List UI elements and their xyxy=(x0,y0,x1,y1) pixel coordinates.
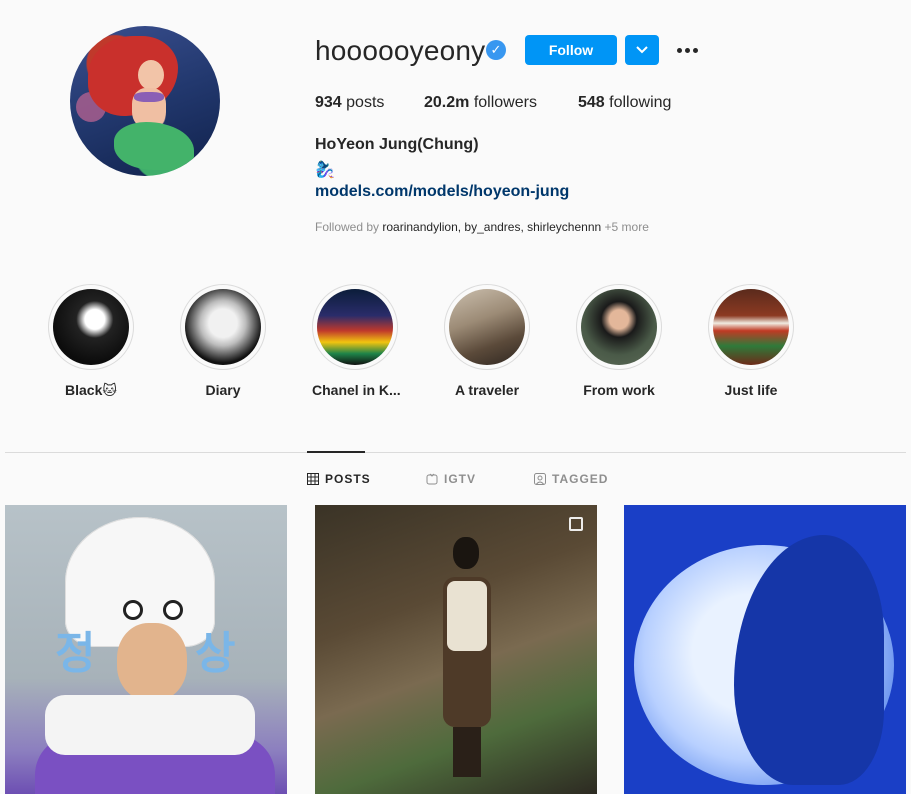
highlight-item[interactable]: Black🐱 xyxy=(48,284,134,399)
profile-avatar[interactable] xyxy=(70,26,220,176)
tab-igtv-label: IGTV xyxy=(444,472,477,486)
active-tab-indicator xyxy=(307,451,365,453)
highlight-cover xyxy=(185,289,261,365)
dot-icon xyxy=(685,48,690,53)
highlight-item[interactable]: A traveler xyxy=(444,284,530,398)
post-thumbnail[interactable] xyxy=(315,505,597,794)
post-text-left: 정 xyxy=(55,629,96,678)
highlight-item[interactable]: From work xyxy=(576,284,662,398)
dot-icon xyxy=(693,48,698,53)
dot-icon xyxy=(677,48,682,53)
bio-link[interactable]: models.com/models/hoyeon-jung xyxy=(315,183,569,201)
followers-count: 20.2m xyxy=(424,94,470,111)
highlight-label: Diary xyxy=(205,382,241,398)
grid-icon xyxy=(307,473,319,485)
following-count: 548 xyxy=(578,94,605,111)
highlight-ring xyxy=(444,284,530,370)
highlight-item[interactable]: Chanel in K... xyxy=(312,284,401,398)
stat-followers[interactable]: 20.2m followers xyxy=(424,94,537,112)
highlight-label: Black🐱 xyxy=(65,382,117,398)
highlight-cover xyxy=(713,289,789,365)
post-figure-person xyxy=(439,537,495,777)
stat-following[interactable]: 548 following xyxy=(578,94,671,112)
followed-by-prefix: Followed by xyxy=(315,220,380,234)
post-figure-head xyxy=(453,537,479,569)
avatar-face xyxy=(138,60,164,90)
highlight-ring xyxy=(708,284,794,370)
post-text-right: 상 xyxy=(195,629,236,678)
highlight-cover xyxy=(53,289,129,365)
follow-button[interactable]: Follow xyxy=(525,35,617,65)
highlight-item[interactable]: Just life xyxy=(708,284,794,398)
tab-posts-label: POSTS xyxy=(325,472,371,486)
tab-igtv[interactable]: IGTV xyxy=(426,472,476,486)
bio-emoji: 🧞‍♀️ xyxy=(315,162,335,179)
suggested-accounts-dropdown-button[interactable] xyxy=(625,35,659,65)
post-thumbnail[interactable]: 정 상 xyxy=(5,505,287,794)
followers-label: followers xyxy=(473,94,537,111)
posts-label: posts xyxy=(346,94,385,111)
post-thumbnail[interactable] xyxy=(624,505,906,794)
avatar-tail xyxy=(114,122,194,170)
verified-badge-icon: ✓ xyxy=(486,40,506,60)
highlight-label: A traveler xyxy=(454,382,520,398)
tab-tagged-label: TAGGED xyxy=(552,472,609,486)
highlight-label: Just life xyxy=(724,382,778,398)
tabs-divider xyxy=(5,452,906,453)
following-label: following xyxy=(609,94,672,111)
post-figure-face xyxy=(117,623,187,701)
highlight-ring xyxy=(48,284,134,370)
profile-full-name: HoYeon Jung(Chung) xyxy=(315,136,479,153)
followed-by-more: +5 more xyxy=(604,220,649,234)
post-figure-vest xyxy=(447,581,487,651)
igtv-icon xyxy=(426,473,438,485)
avatar-top xyxy=(134,92,164,102)
highlight-label: Chanel in K... xyxy=(312,382,401,398)
post-figure-eye xyxy=(123,600,143,620)
highlight-ring xyxy=(180,284,266,370)
highlight-cover xyxy=(581,289,657,365)
posts-count: 934 xyxy=(315,94,342,111)
post-figure-eye xyxy=(163,600,183,620)
highlight-ring xyxy=(576,284,662,370)
highlight-cover xyxy=(317,289,393,365)
profile-username: hoooooyeony xyxy=(315,35,486,66)
tagged-user-icon xyxy=(534,473,546,485)
chevron-down-icon xyxy=(636,46,648,54)
followed-by-names: roarinandylion, by_andres, shirleychennn xyxy=(382,220,602,234)
stat-posts: 934 posts xyxy=(315,94,384,112)
more-options-button[interactable] xyxy=(675,38,701,62)
highlight-label: From work xyxy=(583,382,655,398)
tab-posts[interactable]: POSTS xyxy=(307,472,371,486)
post-figure-legs xyxy=(453,727,481,777)
multiple-photos-icon xyxy=(569,517,583,531)
tab-tagged[interactable]: TAGGED xyxy=(534,472,608,486)
followed-by[interactable]: Followed by roarinandylion, by_andres, s… xyxy=(315,220,649,234)
highlight-cover xyxy=(449,289,525,365)
highlight-ring xyxy=(312,284,398,370)
post-figure-tentacles xyxy=(45,695,255,755)
highlight-item[interactable]: Diary xyxy=(180,284,266,398)
